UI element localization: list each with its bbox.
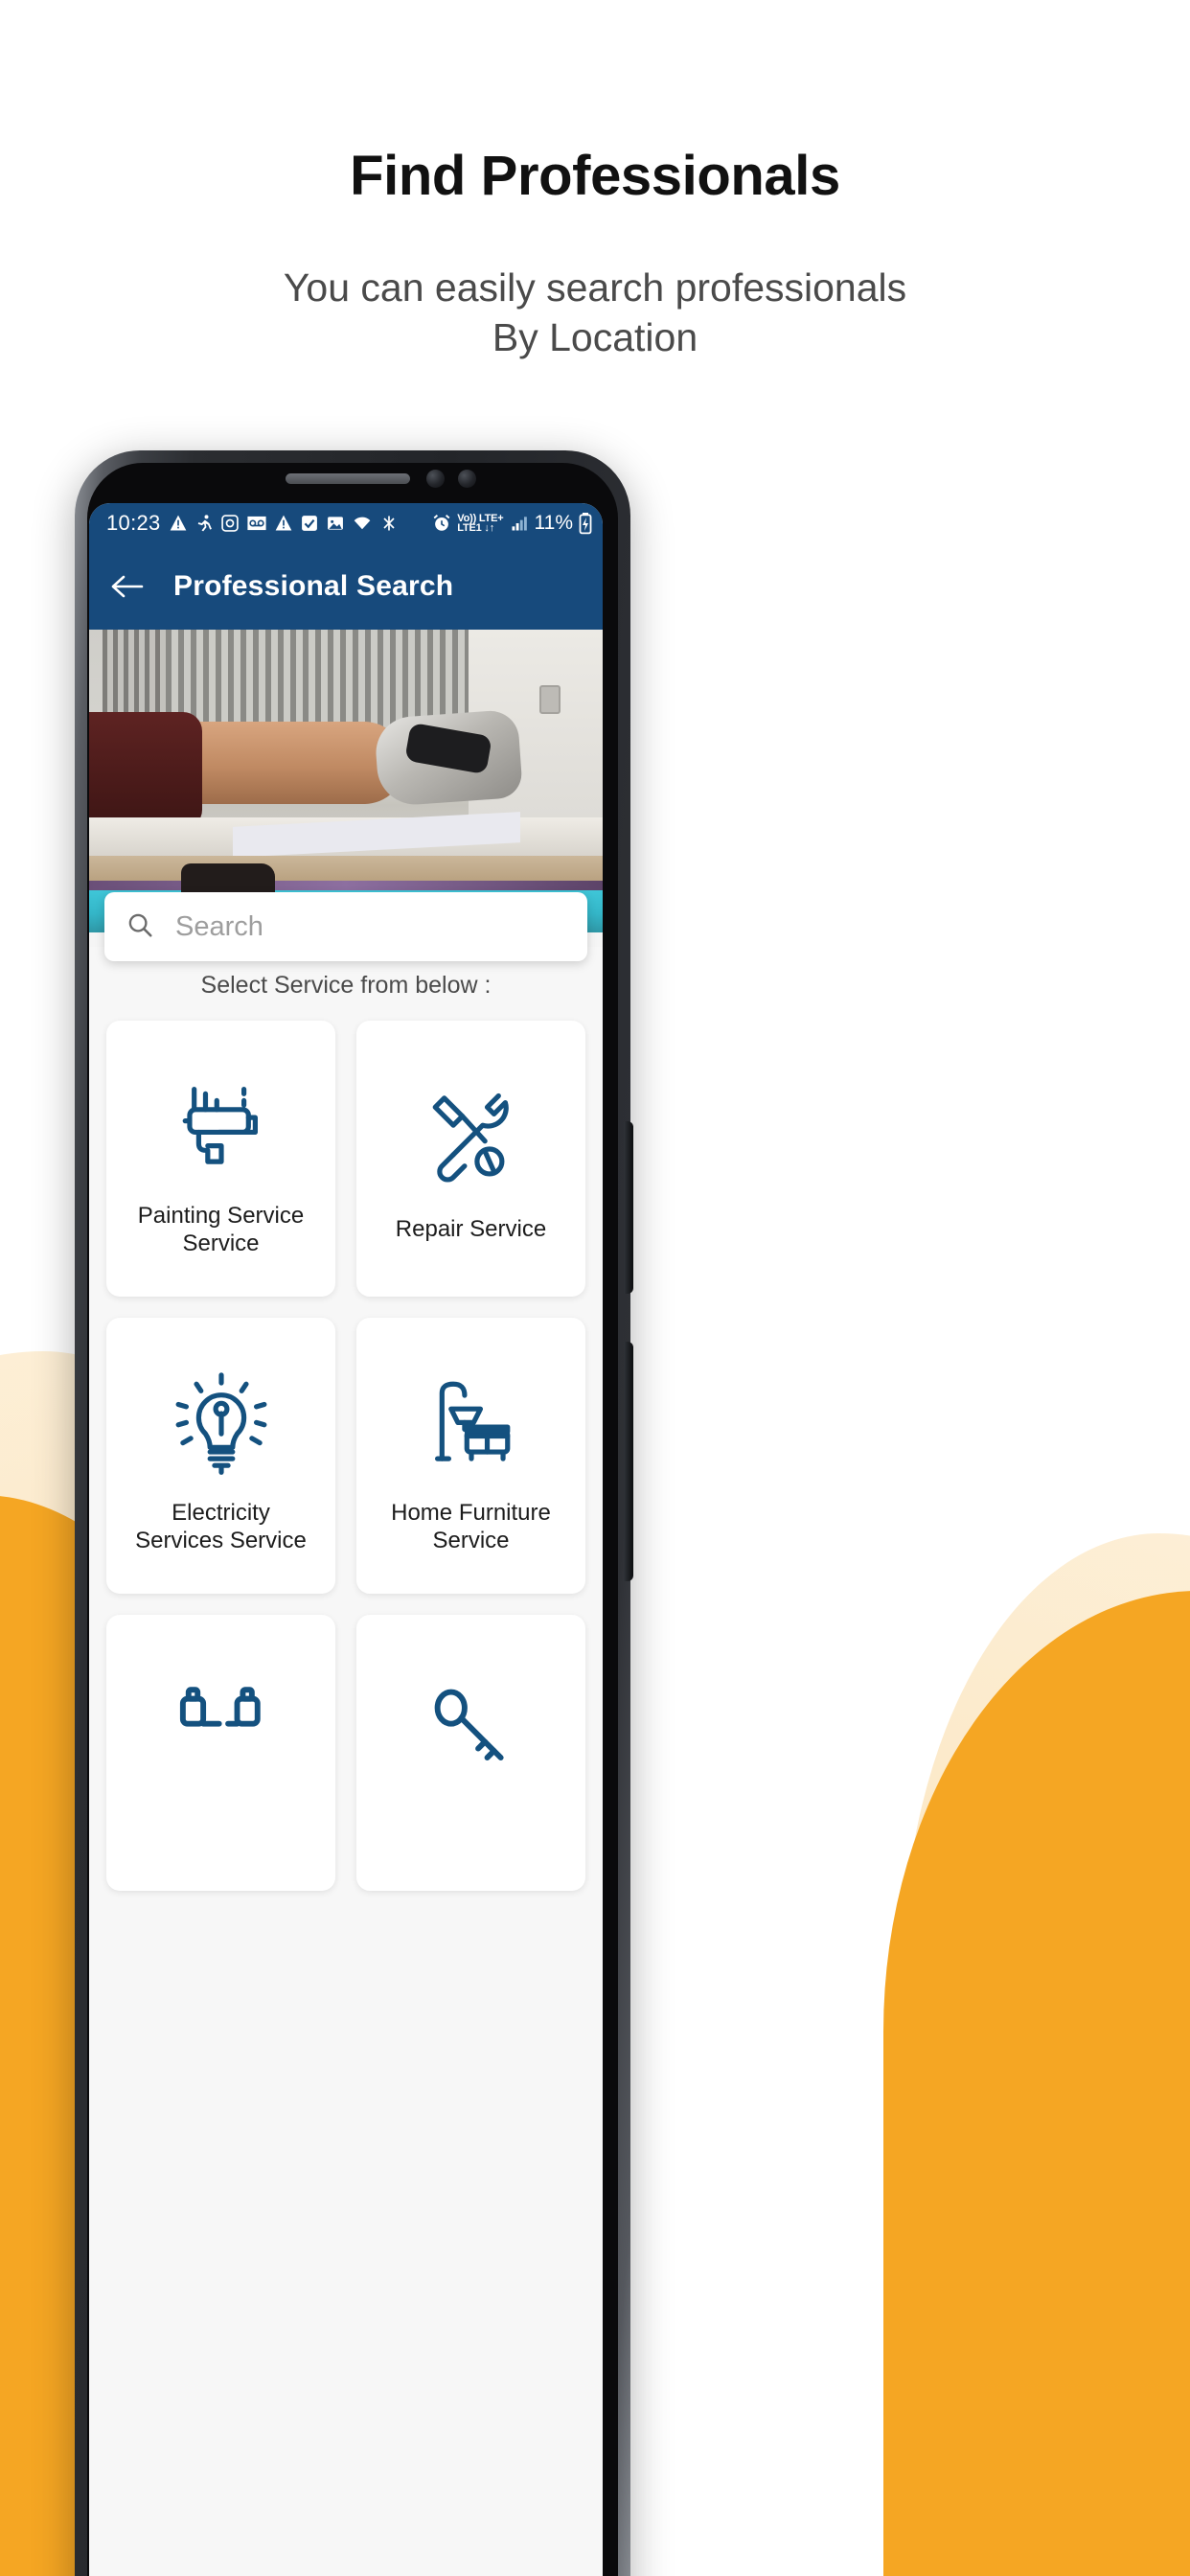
service-card-label: Painting Service Service [137, 1202, 305, 1256]
front-sensor-icon [458, 470, 476, 488]
status-bar-clock: 10:23 [106, 511, 161, 535]
service-card-label: Electricity Services Service [135, 1499, 307, 1553]
search-input[interactable]: Search [104, 892, 587, 961]
promo-screenshot: Find Professionals You can easily search… [0, 0, 1190, 2576]
hero-technician-sleeve [89, 712, 202, 829]
battery-percent-label: 11% [534, 512, 573, 534]
signal-bars-icon [509, 514, 530, 533]
search-icon [126, 910, 154, 944]
phone-mockup: 10:23 Vo)) LTE+ LTE1 ↓↑ 11% Professional… [75, 450, 1115, 2576]
warning-triangle-icon [169, 514, 188, 533]
front-camera-icon [426, 470, 445, 488]
phone-screen: 10:23 Vo)) LTE+ LTE1 ↓↑ 11% Professional… [89, 503, 603, 2576]
app-bar-title: Professional Search [173, 570, 454, 602]
key-icon [415, 1663, 528, 1789]
search-bar: Search [104, 892, 587, 961]
app-bar: Professional Search [89, 543, 603, 630]
checkbox-checked-icon [300, 514, 319, 533]
service-card-key[interactable] [356, 1615, 585, 1891]
plumbing-pipes-icon [165, 1663, 278, 1789]
paint-roller-icon [165, 1060, 278, 1186]
camera-icon [220, 514, 240, 533]
promo-copy: Find Professionals You can easily search… [0, 146, 1190, 363]
service-card-repair[interactable]: Repair Service [356, 1021, 585, 1297]
service-card-electricity[interactable]: Electricity Services Service [106, 1318, 335, 1594]
sofa-lamp-icon [415, 1357, 528, 1484]
wifi-icon [352, 514, 373, 533]
service-card-home-furniture[interactable]: Home Furniture Service [356, 1318, 585, 1594]
battery-charging-icon [578, 512, 593, 535]
network-line-2: LTE1 ↓↑ [457, 522, 495, 534]
alarm-clock-icon [431, 513, 452, 534]
bluetooth-search-icon [379, 514, 399, 533]
page-title: Find Professionals [350, 145, 840, 207]
hero-wall-outlet [539, 685, 561, 714]
page-subtitle: You can easily search professionals By L… [283, 264, 907, 360]
service-card-label: Home Furniture Service [391, 1499, 551, 1553]
status-bar-system-icons: Vo)) LTE+ LTE1 ↓↑ 11% [431, 512, 593, 535]
image-icon [326, 514, 345, 533]
light-bulb-icon [165, 1357, 278, 1484]
search-placeholder: Search [175, 910, 263, 942]
status-bar-notification-icons [169, 514, 399, 533]
warning-triangle-icon [274, 514, 293, 533]
volume-button[interactable] [624, 1342, 633, 1581]
service-card-plumbing[interactable] [106, 1615, 335, 1891]
service-list-panel: Select Service from below : Painting Ser… [89, 947, 603, 2576]
earpiece-speaker [286, 473, 410, 484]
network-indicator: Vo)) LTE+ LTE1 ↓↑ [457, 513, 503, 534]
power-button[interactable] [624, 1121, 633, 1294]
service-card-painting[interactable]: Painting Service Service [106, 1021, 335, 1297]
hero-image [89, 630, 603, 932]
service-grid: Painting Service Service Repair Service … [89, 1021, 603, 1891]
voicemail-icon [246, 514, 267, 533]
status-bar: 10:23 Vo)) LTE+ LTE1 ↓↑ 11% [89, 503, 603, 543]
wrench-screwdriver-icon [415, 1073, 528, 1200]
service-card-label: Repair Service [395, 1216, 547, 1243]
running-person-icon [195, 514, 214, 533]
back-arrow-icon[interactable] [108, 567, 147, 606]
